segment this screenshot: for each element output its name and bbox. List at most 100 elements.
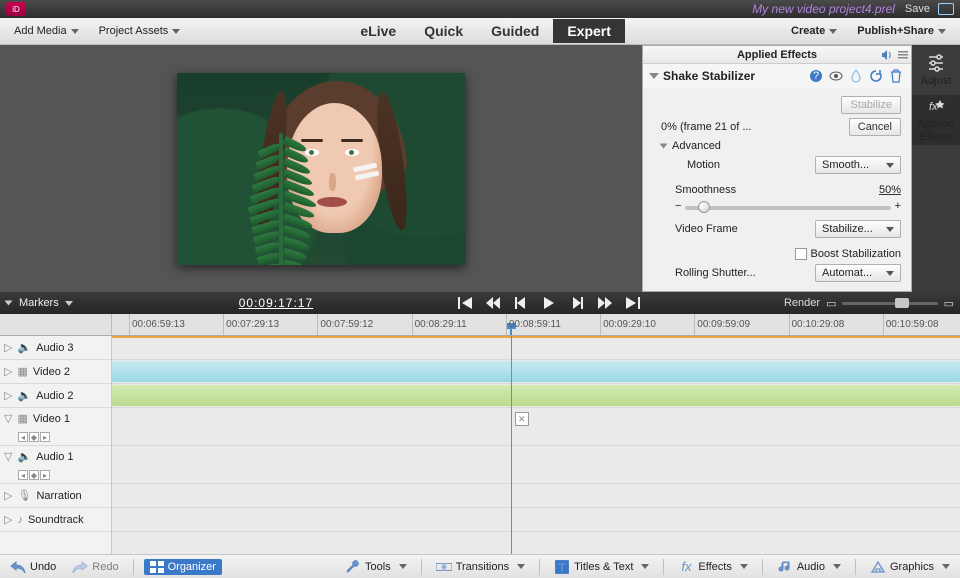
track-header-audio2[interactable]: ▷ 🔈 Audio 2 xyxy=(0,384,111,408)
graphics-button[interactable]: Graphics xyxy=(866,557,954,577)
track-header-video1[interactable]: ▽ ▦ Video 1 ◂◆▸ xyxy=(0,408,111,446)
section-toggle-icon[interactable] xyxy=(649,73,659,79)
video-frame-dropdown[interactable]: Stabilize... xyxy=(815,220,901,238)
track-header-video2[interactable]: ▷ ▦ Video 2 xyxy=(0,360,111,384)
ruler-tick: 00:08:59:11 xyxy=(506,314,561,335)
create-menu[interactable]: Create xyxy=(781,25,847,37)
clip-video2[interactable] xyxy=(112,361,960,382)
track-headers: ▷ 🔈 Audio 3 ▷ ▦ Video 2 ▷ 🔈 Audio 2 ▽ ▦ … xyxy=(0,336,112,554)
ruler-tick: 00:10:59:08 xyxy=(883,314,939,335)
collapse-icon[interactable]: ▽ xyxy=(4,450,12,463)
mode-guided[interactable]: Guided xyxy=(477,19,553,43)
eye-icon[interactable] xyxy=(829,69,843,83)
expand-icon[interactable]: ▷ xyxy=(4,341,12,354)
transitions-icon xyxy=(436,559,452,575)
markers-caret-icon[interactable] xyxy=(65,301,73,306)
panel-sound-icon[interactable] xyxy=(881,49,893,61)
smoothness-increase[interactable]: + xyxy=(895,200,901,212)
preview-content: /*placeholder to satisfy parser*/ xyxy=(177,73,465,265)
transitions-button[interactable]: Transitions xyxy=(432,557,529,577)
keyframe-nav[interactable]: ◂◆▸ xyxy=(18,470,50,480)
goto-end-button[interactable] xyxy=(624,294,642,312)
timeline-collapse-icon[interactable] xyxy=(5,301,13,306)
expand-icon[interactable]: ▷ xyxy=(4,489,12,502)
tools-menu[interactable]: Tools xyxy=(341,557,411,577)
mic-icon[interactable]: 🎙 xyxy=(17,489,31,502)
expand-icon[interactable]: ▷ xyxy=(4,513,12,526)
smoothness-value[interactable]: 50% xyxy=(879,184,901,196)
track-label: Audio 3 xyxy=(36,342,73,354)
mode-quick[interactable]: Quick xyxy=(410,19,477,43)
transport-controls xyxy=(456,294,642,312)
fullscreen-icon[interactable] xyxy=(938,3,954,15)
stabilize-button[interactable]: Stabilize xyxy=(841,96,901,114)
expand-icon[interactable]: ▷ xyxy=(4,365,12,378)
organizer-button[interactable]: Organizer xyxy=(144,559,222,575)
track-header-narration[interactable]: ▷ 🎙 Narration xyxy=(0,484,111,508)
clip-audio2[interactable] xyxy=(112,385,960,406)
music-icon[interactable]: ♪ xyxy=(17,514,23,526)
goto-start-button[interactable] xyxy=(456,294,474,312)
reset-icon[interactable] xyxy=(869,69,883,83)
zoom-out-icon[interactable]: ▭ xyxy=(826,297,836,310)
filmstrip-icon[interactable]: ▦ xyxy=(17,365,27,378)
effects-button[interactable]: fx Effects xyxy=(674,557,751,577)
zoom-in-icon[interactable]: ▭ xyxy=(944,297,954,310)
project-assets-menu[interactable]: Project Assets xyxy=(89,18,191,44)
shake-stabilizer-title: Shake Stabilizer xyxy=(663,69,755,83)
adjust-tool[interactable]: Adjust xyxy=(912,45,960,95)
undo-button[interactable]: Undo xyxy=(6,557,60,577)
clip-marker[interactable]: ✕ xyxy=(515,412,529,426)
track-header-audio3[interactable]: ▷ 🔈 Audio 3 xyxy=(0,336,111,360)
mode-expert[interactable]: Expert xyxy=(553,19,625,43)
smoothness-decrease[interactable]: − xyxy=(675,200,681,212)
drop-icon[interactable] xyxy=(849,69,863,83)
applied-effects-tool[interactable]: fx Applied Effects xyxy=(912,95,960,145)
expand-icon[interactable]: ▷ xyxy=(4,389,12,402)
playhead-line[interactable] xyxy=(511,336,512,554)
audio-button[interactable]: Audio xyxy=(773,557,845,577)
trash-icon[interactable] xyxy=(889,69,903,83)
speaker-icon[interactable]: 🔈 xyxy=(17,389,31,402)
titles-text-button[interactable]: T Titles & Text xyxy=(550,557,653,577)
speaker-icon[interactable]: 🔈 xyxy=(17,341,31,354)
smoothness-slider[interactable] xyxy=(685,206,890,210)
redo-button[interactable]: Redo xyxy=(68,557,122,577)
graphics-icon xyxy=(870,559,886,575)
mode-elive[interactable]: eLive xyxy=(346,19,410,43)
add-media-menu[interactable]: Add Media xyxy=(4,18,89,44)
filmstrip-icon[interactable]: ▦ xyxy=(17,412,27,425)
keyframe-nav[interactable]: ◂◆▸ xyxy=(18,432,50,442)
publish-share-menu[interactable]: Publish+Share xyxy=(847,25,956,37)
step-back-button[interactable] xyxy=(512,294,530,312)
advanced-toggle-icon[interactable] xyxy=(660,144,668,149)
wrench-icon xyxy=(345,559,361,575)
video-frame-label: Video Frame xyxy=(653,223,763,235)
save-button[interactable]: Save xyxy=(905,3,930,15)
collapse-icon[interactable]: ▽ xyxy=(4,412,12,425)
timeline-lanes[interactable]: ✕ xyxy=(112,336,960,554)
timeline-ruler[interactable]: 00:06:59:1300:07:29:1300:07:59:1200:08:2… xyxy=(112,314,960,335)
help-icon[interactable]: ? xyxy=(809,69,823,83)
svg-text:fx: fx xyxy=(929,101,938,113)
step-forward-button[interactable] xyxy=(568,294,586,312)
redo-icon xyxy=(72,559,88,575)
cancel-button[interactable]: Cancel xyxy=(849,118,901,136)
timecode-display[interactable]: 00:09:17:17 xyxy=(239,296,313,310)
track-header-audio1[interactable]: ▽ 🔈 Audio 1 ◂◆▸ xyxy=(0,446,111,484)
video-preview: /*placeholder to satisfy parser*/ xyxy=(0,45,642,292)
adjust-label: Adjust xyxy=(921,75,952,87)
rolling-shutter-dropdown[interactable]: Automat... xyxy=(815,264,901,282)
motion-dropdown[interactable]: Smooth... xyxy=(815,156,901,174)
speaker-icon[interactable]: 🔈 xyxy=(17,450,31,463)
play-button[interactable] xyxy=(540,294,558,312)
rewind-button[interactable] xyxy=(484,294,502,312)
zoom-slider[interactable] xyxy=(842,302,937,305)
track-header-soundtrack[interactable]: ▷ ♪ Soundtrack xyxy=(0,508,111,532)
track-label: Narration xyxy=(36,490,81,502)
markers-menu[interactable]: Markers xyxy=(19,297,59,309)
boost-stabilization-checkbox[interactable] xyxy=(795,248,807,260)
fast-forward-button[interactable] xyxy=(596,294,614,312)
track-label: Soundtrack xyxy=(28,514,84,526)
panel-menu-icon[interactable] xyxy=(897,49,909,61)
